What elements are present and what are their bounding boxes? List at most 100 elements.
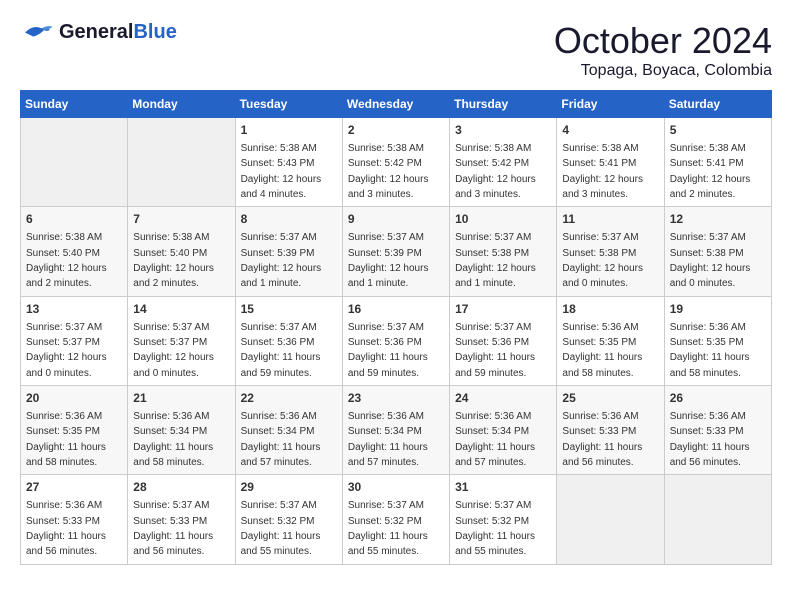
calendar-cell: 22 Sunrise: 5:36 AM Sunset: 5:34 PM Dayli… (235, 386, 342, 475)
calendar-cell: 15 Sunrise: 5:37 AM Sunset: 5:36 PM Dayli… (235, 296, 342, 385)
calendar-cell: 23 Sunrise: 5:36 AM Sunset: 5:34 PM Dayli… (342, 386, 449, 475)
day-number: 17 (455, 301, 551, 318)
calendar-cell: 28 Sunrise: 5:37 AM Sunset: 5:33 PM Dayli… (128, 475, 235, 564)
day-info: Sunrise: 5:37 AM Sunset: 5:38 PM Dayligh… (562, 232, 643, 289)
day-info: Sunrise: 5:36 AM Sunset: 5:34 PM Dayligh… (241, 411, 321, 468)
day-number: 7 (133, 211, 229, 228)
day-info: Sunrise: 5:37 AM Sunset: 5:33 PM Dayligh… (133, 500, 213, 557)
calendar-cell: 2Sunrise: 5:38 AM Sunset: 5:42 PM Daylig… (342, 118, 449, 207)
calendar-cell: 19 Sunrise: 5:36 AM Sunset: 5:35 PM Dayli… (664, 296, 771, 385)
calendar-cell: 4Sunrise: 5:38 AM Sunset: 5:41 PM Daylig… (557, 118, 664, 207)
day-number: 6 (26, 211, 122, 228)
day-info: Sunrise: 5:37 AM Sunset: 5:39 PM Dayligh… (241, 232, 322, 289)
logo: GeneralBlue (20, 20, 177, 45)
day-info: Sunrise: 5:38 AM Sunset: 5:40 PM Dayligh… (133, 232, 214, 289)
day-number: 22 (241, 390, 337, 407)
day-number: 19 (670, 301, 766, 318)
day-number: 28 (133, 479, 229, 496)
day-info: Sunrise: 5:38 AM Sunset: 5:41 PM Dayligh… (562, 143, 643, 200)
weekday-header: Monday (128, 91, 235, 118)
weekday-header: Saturday (664, 91, 771, 118)
day-info: Sunrise: 5:36 AM Sunset: 5:33 PM Dayligh… (670, 411, 750, 468)
day-info: Sunrise: 5:38 AM Sunset: 5:40 PM Dayligh… (26, 232, 107, 289)
day-info: Sunrise: 5:37 AM Sunset: 5:32 PM Dayligh… (455, 500, 535, 557)
logo-general: General (59, 21, 133, 43)
day-number: 31 (455, 479, 551, 496)
day-number: 10 (455, 211, 551, 228)
day-number: 8 (241, 211, 337, 228)
day-number: 3 (455, 122, 551, 139)
calendar-cell: 24 Sunrise: 5:36 AM Sunset: 5:34 PM Dayli… (450, 386, 557, 475)
day-number: 5 (670, 122, 766, 139)
weekday-header: Friday (557, 91, 664, 118)
day-number: 11 (562, 211, 658, 228)
day-info: Sunrise: 5:36 AM Sunset: 5:35 PM Dayligh… (670, 322, 750, 379)
day-info: Sunrise: 5:36 AM Sunset: 5:34 PM Dayligh… (348, 411, 428, 468)
calendar-cell (21, 118, 128, 207)
title-block: October 2024 Topaga, Boyaca, Colombia (554, 20, 772, 80)
day-info: Sunrise: 5:37 AM Sunset: 5:32 PM Dayligh… (241, 500, 321, 557)
calendar-week-row: 13 Sunrise: 5:37 AM Sunset: 5:37 PM Dayli… (21, 296, 772, 385)
weekday-header: Tuesday (235, 91, 342, 118)
calendar-cell: 20Sunrise: 5:36 AM Sunset: 5:35 PM Dayli… (21, 386, 128, 475)
calendar-cell: 30 Sunrise: 5:37 AM Sunset: 5:32 PM Dayli… (342, 475, 449, 564)
location-title: Topaga, Boyaca, Colombia (554, 62, 772, 80)
day-number: 24 (455, 390, 551, 407)
logo-blue: Blue (133, 21, 176, 43)
day-number: 15 (241, 301, 337, 318)
day-info: Sunrise: 5:37 AM Sunset: 5:38 PM Dayligh… (455, 232, 536, 289)
day-number: 12 (670, 211, 766, 228)
calendar-header-row: SundayMondayTuesdayWednesdayThursdayFrid… (21, 91, 772, 118)
day-info: Sunrise: 5:38 AM Sunset: 5:42 PM Dayligh… (348, 143, 429, 200)
day-number: 29 (241, 479, 337, 496)
calendar-cell: 29 Sunrise: 5:37 AM Sunset: 5:32 PM Dayli… (235, 475, 342, 564)
weekday-header: Thursday (450, 91, 557, 118)
calendar-cell: 13 Sunrise: 5:37 AM Sunset: 5:37 PM Dayli… (21, 296, 128, 385)
day-number: 14 (133, 301, 229, 318)
day-info: Sunrise: 5:37 AM Sunset: 5:36 PM Dayligh… (348, 322, 428, 379)
calendar-cell: 7 Sunrise: 5:38 AM Sunset: 5:40 PM Daylig… (128, 207, 235, 296)
calendar-cell: 17 Sunrise: 5:37 AM Sunset: 5:36 PM Dayli… (450, 296, 557, 385)
calendar-cell: 6 Sunrise: 5:38 AM Sunset: 5:40 PM Daylig… (21, 207, 128, 296)
calendar-cell: 8 Sunrise: 5:37 AM Sunset: 5:39 PM Daylig… (235, 207, 342, 296)
day-info: Sunrise: 5:37 AM Sunset: 5:39 PM Dayligh… (348, 232, 429, 289)
calendar-cell (128, 118, 235, 207)
calendar-week-row: 20Sunrise: 5:36 AM Sunset: 5:35 PM Dayli… (21, 386, 772, 475)
day-number: 30 (348, 479, 444, 496)
day-info: Sunrise: 5:37 AM Sunset: 5:37 PM Dayligh… (26, 322, 107, 379)
day-number: 9 (348, 211, 444, 228)
calendar-cell: 3 Sunrise: 5:38 AM Sunset: 5:42 PM Daylig… (450, 118, 557, 207)
weekday-header: Wednesday (342, 91, 449, 118)
calendar-cell: 11 Sunrise: 5:37 AM Sunset: 5:38 PM Dayli… (557, 207, 664, 296)
day-number: 23 (348, 390, 444, 407)
day-info: Sunrise: 5:36 AM Sunset: 5:34 PM Dayligh… (133, 411, 213, 468)
day-number: 18 (562, 301, 658, 318)
day-info: Sunrise: 5:37 AM Sunset: 5:36 PM Dayligh… (455, 322, 535, 379)
day-number: 20 (26, 390, 122, 407)
calendar-cell (664, 475, 771, 564)
day-info: Sunrise: 5:37 AM Sunset: 5:36 PM Dayligh… (241, 322, 321, 379)
calendar-cell: 1Sunrise: 5:38 AM Sunset: 5:43 PM Daylig… (235, 118, 342, 207)
day-number: 26 (670, 390, 766, 407)
day-number: 27 (26, 479, 122, 496)
calendar-week-row: 1Sunrise: 5:38 AM Sunset: 5:43 PM Daylig… (21, 118, 772, 207)
day-info: Sunrise: 5:36 AM Sunset: 5:34 PM Dayligh… (455, 411, 535, 468)
logo-icon (20, 20, 55, 45)
calendar-cell: 9 Sunrise: 5:37 AM Sunset: 5:39 PM Daylig… (342, 207, 449, 296)
calendar-cell: 16Sunrise: 5:37 AM Sunset: 5:36 PM Dayli… (342, 296, 449, 385)
calendar-cell: 12 Sunrise: 5:37 AM Sunset: 5:38 PM Dayli… (664, 207, 771, 296)
day-info: Sunrise: 5:36 AM Sunset: 5:33 PM Dayligh… (26, 500, 106, 557)
calendar-cell: 10 Sunrise: 5:37 AM Sunset: 5:38 PM Dayli… (450, 207, 557, 296)
calendar-cell (557, 475, 664, 564)
calendar-cell: 21 Sunrise: 5:36 AM Sunset: 5:34 PM Dayli… (128, 386, 235, 475)
day-info: Sunrise: 5:38 AM Sunset: 5:42 PM Dayligh… (455, 143, 536, 200)
page-header: GeneralBlue October 2024 Topaga, Boyaca,… (20, 20, 772, 80)
day-info: Sunrise: 5:36 AM Sunset: 5:33 PM Dayligh… (562, 411, 642, 468)
day-info: Sunrise: 5:37 AM Sunset: 5:38 PM Dayligh… (670, 232, 751, 289)
calendar-cell: 14Sunrise: 5:37 AM Sunset: 5:37 PM Dayli… (128, 296, 235, 385)
calendar-week-row: 27 Sunrise: 5:36 AM Sunset: 5:33 PM Dayli… (21, 475, 772, 564)
day-number: 21 (133, 390, 229, 407)
day-info: Sunrise: 5:37 AM Sunset: 5:32 PM Dayligh… (348, 500, 428, 557)
day-number: 13 (26, 301, 122, 318)
day-number: 25 (562, 390, 658, 407)
